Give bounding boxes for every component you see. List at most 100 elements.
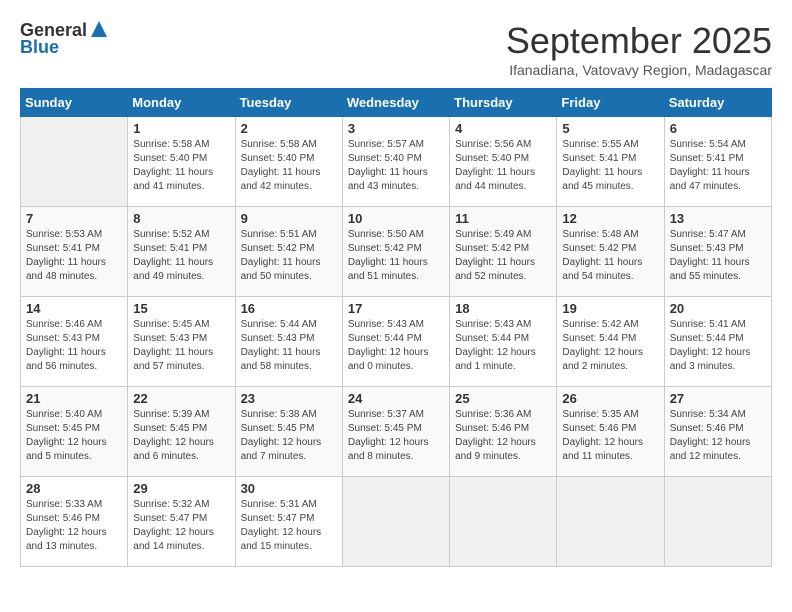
day-number: 26 xyxy=(562,391,658,406)
calendar-cell: 17 Sunrise: 5:43 AM Sunset: 5:44 PM Dayli… xyxy=(342,297,449,387)
day-info: Sunrise: 5:40 AM Sunset: 5:45 PM Dayligh… xyxy=(26,408,122,464)
header-friday: Friday xyxy=(557,89,664,117)
calendar-cell: 26 Sunrise: 5:35 AM Sunset: 5:46 PM Dayli… xyxy=(557,387,664,477)
day-number: 5 xyxy=(562,121,658,136)
week-row-5: 28Sunrise: 5:33 AM Sunset: 5:46 PM Dayli… xyxy=(21,477,772,567)
day-number: 22 xyxy=(133,391,229,406)
day-number: 24 xyxy=(348,391,444,406)
logo-icon xyxy=(89,19,109,39)
calendar-cell: 18 Sunrise: 5:43 AM Sunset: 5:44 PM Dayli… xyxy=(450,297,557,387)
day-info: Sunrise: 5:48 AM Sunset: 5:42 PM Dayligh… xyxy=(562,228,658,284)
day-info: Sunrise: 5:43 AM Sunset: 5:44 PM Dayligh… xyxy=(455,318,551,374)
days-header-row: SundayMondayTuesdayWednesdayThursdayFrid… xyxy=(21,89,772,117)
title-section: September 2025 Ifanadiana, Vatovavy Regi… xyxy=(506,20,772,78)
header-saturday: Saturday xyxy=(664,89,771,117)
calendar-cell xyxy=(557,477,664,567)
day-number: 20 xyxy=(670,301,766,316)
day-number: 3 xyxy=(348,121,444,136)
logo: General Blue xyxy=(20,20,109,58)
calendar-cell: 9 Sunrise: 5:51 AM Sunset: 5:42 PM Daylig… xyxy=(235,207,342,297)
day-number: 12 xyxy=(562,211,658,226)
calendar-cell: 3 Sunrise: 5:57 AM Sunset: 5:40 PM Daylig… xyxy=(342,117,449,207)
calendar-cell: 4 Sunrise: 5:56 AM Sunset: 5:40 PM Daylig… xyxy=(450,117,557,207)
day-info: Sunrise: 5:52 AM Sunset: 5:41 PM Dayligh… xyxy=(133,228,229,284)
day-info: Sunrise: 5:45 AM Sunset: 5:43 PM Dayligh… xyxy=(133,318,229,374)
calendar-cell: 6Sunrise: 5:54 AM Sunset: 5:41 PM Daylig… xyxy=(664,117,771,207)
header-sunday: Sunday xyxy=(21,89,128,117)
day-number: 4 xyxy=(455,121,551,136)
day-info: Sunrise: 5:47 AM Sunset: 5:43 PM Dayligh… xyxy=(670,228,766,284)
day-info: Sunrise: 5:55 AM Sunset: 5:41 PM Dayligh… xyxy=(562,138,658,194)
day-info: Sunrise: 5:56 AM Sunset: 5:40 PM Dayligh… xyxy=(455,138,551,194)
day-number: 17 xyxy=(348,301,444,316)
week-row-1: 1 Sunrise: 5:58 AM Sunset: 5:40 PM Daylig… xyxy=(21,117,772,207)
calendar-cell: 15 Sunrise: 5:45 AM Sunset: 5:43 PM Dayli… xyxy=(128,297,235,387)
day-info: Sunrise: 5:50 AM Sunset: 5:42 PM Dayligh… xyxy=(348,228,444,284)
calendar-cell: 2 Sunrise: 5:58 AM Sunset: 5:40 PM Daylig… xyxy=(235,117,342,207)
day-info: Sunrise: 5:58 AM Sunset: 5:40 PM Dayligh… xyxy=(133,138,229,194)
day-info: Sunrise: 5:42 AM Sunset: 5:44 PM Dayligh… xyxy=(562,318,658,374)
calendar-cell: 7Sunrise: 5:53 AM Sunset: 5:41 PM Daylig… xyxy=(21,207,128,297)
day-number: 25 xyxy=(455,391,551,406)
day-number: 9 xyxy=(241,211,337,226)
day-number: 1 xyxy=(133,121,229,136)
calendar-cell: 14Sunrise: 5:46 AM Sunset: 5:43 PM Dayli… xyxy=(21,297,128,387)
day-number: 13 xyxy=(670,211,766,226)
day-info: Sunrise: 5:39 AM Sunset: 5:45 PM Dayligh… xyxy=(133,408,229,464)
day-number: 21 xyxy=(26,391,122,406)
day-number: 14 xyxy=(26,301,122,316)
calendar-cell: 19 Sunrise: 5:42 AM Sunset: 5:44 PM Dayli… xyxy=(557,297,664,387)
week-row-4: 21 Sunrise: 5:40 AM Sunset: 5:45 PM Dayli… xyxy=(21,387,772,477)
day-number: 28 xyxy=(26,481,122,496)
day-number: 18 xyxy=(455,301,551,316)
day-info: Sunrise: 5:32 AM Sunset: 5:47 PM Dayligh… xyxy=(133,498,229,554)
calendar-cell: 27Sunrise: 5:34 AM Sunset: 5:46 PM Dayli… xyxy=(664,387,771,477)
calendar-cell: 25 Sunrise: 5:36 AM Sunset: 5:46 PM Dayli… xyxy=(450,387,557,477)
header-thursday: Thursday xyxy=(450,89,557,117)
calendar-cell: 24Sunrise: 5:37 AM Sunset: 5:45 PM Dayli… xyxy=(342,387,449,477)
day-info: Sunrise: 5:58 AM Sunset: 5:40 PM Dayligh… xyxy=(241,138,337,194)
calendar-cell: 11Sunrise: 5:49 AM Sunset: 5:42 PM Dayli… xyxy=(450,207,557,297)
calendar-cell: 12 Sunrise: 5:48 AM Sunset: 5:42 PM Dayli… xyxy=(557,207,664,297)
page-header: General Blue September 2025 Ifanadiana, … xyxy=(20,20,772,78)
header-monday: Monday xyxy=(128,89,235,117)
calendar-cell: 20Sunrise: 5:41 AM Sunset: 5:44 PM Dayli… xyxy=(664,297,771,387)
day-info: Sunrise: 5:57 AM Sunset: 5:40 PM Dayligh… xyxy=(348,138,444,194)
calendar-cell: 30Sunrise: 5:31 AM Sunset: 5:47 PM Dayli… xyxy=(235,477,342,567)
calendar-cell xyxy=(450,477,557,567)
calendar-cell: 16 Sunrise: 5:44 AM Sunset: 5:43 PM Dayli… xyxy=(235,297,342,387)
header-wednesday: Wednesday xyxy=(342,89,449,117)
day-info: Sunrise: 5:43 AM Sunset: 5:44 PM Dayligh… xyxy=(348,318,444,374)
day-info: Sunrise: 5:44 AM Sunset: 5:43 PM Dayligh… xyxy=(241,318,337,374)
day-number: 10 xyxy=(348,211,444,226)
calendar-cell: 21 Sunrise: 5:40 AM Sunset: 5:45 PM Dayli… xyxy=(21,387,128,477)
calendar-cell xyxy=(342,477,449,567)
calendar-cell: 1 Sunrise: 5:58 AM Sunset: 5:40 PM Daylig… xyxy=(128,117,235,207)
day-number: 23 xyxy=(241,391,337,406)
calendar-cell: 23Sunrise: 5:38 AM Sunset: 5:45 PM Dayli… xyxy=(235,387,342,477)
day-number: 15 xyxy=(133,301,229,316)
location-subtitle: Ifanadiana, Vatovavy Region, Madagascar xyxy=(506,62,772,78)
calendar-cell xyxy=(21,117,128,207)
day-number: 19 xyxy=(562,301,658,316)
calendar-cell xyxy=(664,477,771,567)
calendar-cell: 10 Sunrise: 5:50 AM Sunset: 5:42 PM Dayli… xyxy=(342,207,449,297)
day-info: Sunrise: 5:51 AM Sunset: 5:42 PM Dayligh… xyxy=(241,228,337,284)
calendar-cell: 28Sunrise: 5:33 AM Sunset: 5:46 PM Dayli… xyxy=(21,477,128,567)
day-number: 11 xyxy=(455,211,551,226)
week-row-2: 7Sunrise: 5:53 AM Sunset: 5:41 PM Daylig… xyxy=(21,207,772,297)
calendar-cell: 13 Sunrise: 5:47 AM Sunset: 5:43 PM Dayli… xyxy=(664,207,771,297)
day-info: Sunrise: 5:36 AM Sunset: 5:46 PM Dayligh… xyxy=(455,408,551,464)
calendar-cell: 29Sunrise: 5:32 AM Sunset: 5:47 PM Dayli… xyxy=(128,477,235,567)
calendar-cell: 22 Sunrise: 5:39 AM Sunset: 5:45 PM Dayli… xyxy=(128,387,235,477)
day-number: 2 xyxy=(241,121,337,136)
day-number: 16 xyxy=(241,301,337,316)
day-number: 8 xyxy=(133,211,229,226)
week-row-3: 14Sunrise: 5:46 AM Sunset: 5:43 PM Dayli… xyxy=(21,297,772,387)
day-info: Sunrise: 5:35 AM Sunset: 5:46 PM Dayligh… xyxy=(562,408,658,464)
day-number: 30 xyxy=(241,481,337,496)
month-title: September 2025 xyxy=(506,20,772,62)
day-number: 6 xyxy=(670,121,766,136)
day-info: Sunrise: 5:34 AM Sunset: 5:46 PM Dayligh… xyxy=(670,408,766,464)
day-number: 7 xyxy=(26,211,122,226)
